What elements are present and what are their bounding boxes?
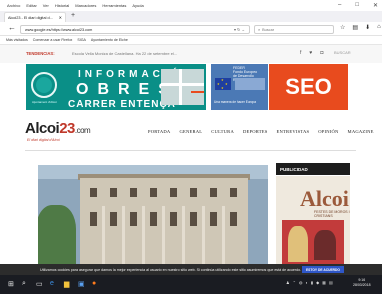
hero-building	[80, 178, 248, 265]
menu-marcadores[interactable]: Marcadores	[75, 3, 96, 8]
battery-icon[interactable]: ▮	[311, 280, 313, 285]
tab-alcoi23[interactable]: Alcoi23 - El diari digital d... ✕	[4, 12, 66, 22]
map-thumbnail	[161, 69, 204, 105]
menu-editar[interactable]: Editar	[26, 3, 36, 8]
url-text: www.google.es/https://www.alcoi23.com	[25, 27, 93, 32]
ad-figure-2	[314, 230, 336, 260]
bookmarks-bar: Más visitados Comenzar a usar Firefox SI…	[0, 36, 382, 45]
logo-domain: .com	[74, 126, 91, 135]
social-icons: f ♥ ◘	[300, 50, 323, 56]
home-icon[interactable]: ⌂	[377, 24, 381, 31]
minimize-icon[interactable]: –	[338, 2, 341, 9]
obres-banner[interactable]: Ajuntament d'Alcoi INFORMACIÓ OBRES CARR…	[26, 64, 206, 110]
ajuntament-logo-inner	[36, 77, 52, 93]
tendencias-text[interactable]: Escola Vella Moniza de Castellana. Ha 22…	[72, 51, 177, 56]
bookmark-ayuntamiento-elche[interactable]: Ayuntamiento de Elche	[91, 38, 128, 42]
feder-photo	[235, 78, 265, 90]
nav-entrevistas[interactable]: ENTREVISTAS	[277, 129, 310, 134]
back-arrow-icon[interactable]: ←	[8, 23, 16, 32]
hero-tree	[38, 205, 76, 265]
search-input[interactable]: ⌕ Buscar	[254, 25, 334, 34]
search-icon-taskbar[interactable]: ⌕	[22, 280, 26, 288]
notification-icon[interactable]: ▤	[329, 280, 333, 285]
reload-icon[interactable]: ▾ ↻ →	[234, 27, 245, 32]
network-icon[interactable]: ◍	[299, 280, 303, 285]
nav-general[interactable]: GENERAL	[179, 129, 202, 134]
ad-subtitle: FESTES DE MOROS I CRISTIANS	[314, 210, 350, 218]
close-tab-icon[interactable]: ✕	[59, 15, 62, 20]
firefox-icon[interactable]: ●	[92, 280, 96, 287]
file-explorer-icon[interactable]: ▆	[64, 280, 69, 288]
facebook-icon[interactable]: f	[300, 50, 301, 56]
search-icon: ⌕	[258, 27, 261, 32]
site-logo[interactable]: Alcoi23.com	[25, 120, 91, 137]
nav-divider	[25, 150, 356, 151]
language-icon[interactable]: ▦	[322, 280, 326, 285]
nav-cultura[interactable]: CULTURA	[211, 129, 234, 134]
menu-ayuda[interactable]: Ayuda	[132, 3, 143, 8]
task-view-icon[interactable]: ▭	[36, 280, 43, 288]
sidebar-ad[interactable]: Alcoi FESTES DE MOROS I CRISTIANS	[276, 176, 350, 266]
nav-deportes[interactable]: DEPORTES	[243, 129, 268, 134]
store-icon[interactable]: ▣	[78, 280, 85, 288]
nav-portada[interactable]: PORTADA	[148, 129, 170, 134]
nav-magazine[interactable]: MAGAZINE	[348, 129, 374, 134]
hero-image[interactable]	[38, 165, 268, 265]
chevron-up-icon[interactable]: ⌃	[293, 280, 296, 285]
address-bar[interactable]: www.google.es/https://www.alcoi23.com ▾ …	[20, 25, 250, 34]
system-tray: ♟ ⌃ ◍ ◐ ▮ ◆ ▦ ▤	[286, 280, 333, 285]
menu-archivo[interactable]: Archivo	[7, 3, 20, 8]
tendencias-label: TENDENCIAS:	[26, 51, 55, 56]
window-controls: – □ ✕	[338, 2, 378, 9]
volume-icon[interactable]: ◐	[305, 280, 307, 285]
menu-bar: Archivo Editar Ver Historial Marcadores …	[0, 0, 382, 11]
clipboard-icon[interactable]: ▤	[352, 24, 358, 31]
ad-title: Alcoi	[300, 186, 349, 211]
edge-icon[interactable]: e	[50, 280, 54, 287]
twitter-icon[interactable]: ♥	[309, 50, 312, 56]
site-search-label[interactable]: BUSCAR	[334, 50, 351, 55]
menu-herramientas[interactable]: Herramientas	[102, 3, 126, 8]
close-icon[interactable]: ✕	[373, 2, 378, 9]
people-icon[interactable]: ♟	[286, 280, 290, 285]
logo-number: 23	[59, 120, 75, 137]
download-icon[interactable]: ⬇	[365, 24, 370, 31]
bookmark-mas-visitados[interactable]: Más visitados	[6, 38, 28, 42]
maximize-icon[interactable]: □	[355, 2, 359, 9]
tendencias-strip	[0, 45, 382, 63]
menu-ver[interactable]: Ver	[43, 3, 49, 8]
cookie-accept-button[interactable]: ESTOY DE ACUERDO	[302, 266, 344, 273]
banner-line3: CARRER ENTENÇA	[68, 99, 176, 110]
taskbar-clock[interactable]: 9:16 28/03/2018	[353, 278, 371, 288]
logo-main: Alcoi	[25, 120, 60, 137]
feder-banner[interactable]: ★ ★ ★ ★ FEDER Fondo Europeo de Desarroll…	[211, 64, 268, 110]
ajuntament-label: Ajuntament d'Alcoi	[32, 100, 57, 104]
windows-start-icon[interactable]: ⊞	[8, 280, 14, 288]
antivirus-icon[interactable]: ◆	[316, 280, 319, 285]
menu-historial[interactable]: Historial	[55, 3, 69, 8]
toolbar-icons: ☆ ▤ ⬇ ⌂ ◈ ☰	[340, 24, 382, 31]
publicidad-header: PUBLICIDAD	[276, 163, 350, 175]
site-tagline: El diari digital d'Alcoi	[27, 138, 60, 142]
site-navigation: PORTADA GENERAL CULTURA DEPORTES ENTREVI…	[148, 129, 374, 134]
ad-figure-1	[288, 226, 308, 262]
bookmark-siga[interactable]: SIGA	[77, 38, 86, 42]
feder-footer: Una manera de hacer Europa	[214, 100, 256, 104]
seo-banner[interactable]: SEO	[269, 64, 348, 110]
tab-title: Alcoi23 - El diari digital d...	[8, 15, 53, 20]
clock-date: 28/03/2018	[353, 283, 371, 287]
cookie-text: Utilizamos cookies para asegurar que dam…	[40, 267, 302, 272]
star-icon[interactable]: ☆	[340, 24, 345, 31]
eu-flag-icon: ★ ★ ★ ★	[215, 78, 231, 90]
nav-opinion[interactable]: OPINIÓN	[318, 129, 338, 134]
rss-icon[interactable]: ◘	[320, 50, 323, 56]
search-placeholder: Buscar	[262, 27, 274, 32]
new-tab-icon[interactable]: +	[71, 12, 75, 19]
bookmark-comenzar-firefox[interactable]: Comenzar a usar Firefox	[33, 38, 73, 42]
